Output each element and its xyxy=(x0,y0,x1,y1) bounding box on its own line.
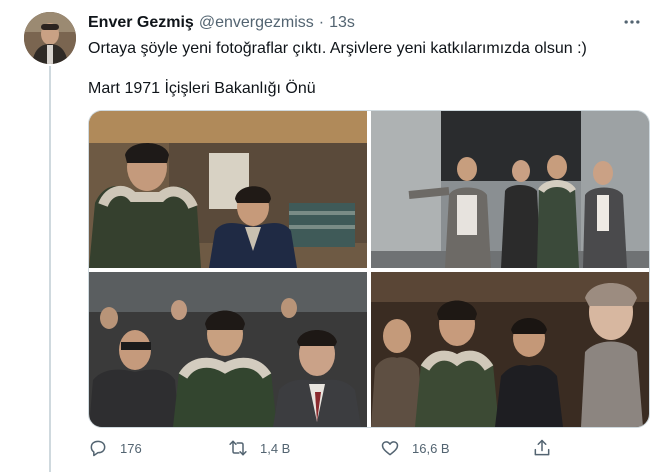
share-button[interactable] xyxy=(532,434,564,462)
retweet-button[interactable]: 1,4 B xyxy=(228,434,290,462)
more-button[interactable] xyxy=(620,12,644,32)
retweet-icon xyxy=(229,440,247,456)
share-icon xyxy=(534,439,550,456)
separator-dot: · xyxy=(318,14,325,31)
tweet-header: Enver Gezmiş @envergezmiss · 13s xyxy=(88,12,355,34)
tweet-text-line-2: Mart 1971 İçişleri Bakanlığı Önü xyxy=(88,80,316,97)
photo-4[interactable] xyxy=(371,272,649,427)
photo-1[interactable] xyxy=(89,111,367,268)
avatar[interactable] xyxy=(24,12,76,64)
author-handle[interactable]: @envergezmiss xyxy=(199,14,314,32)
photo-2[interactable] xyxy=(371,111,649,268)
like-icon xyxy=(381,441,399,456)
action-bar: 176 1,4 B 16,6 B xyxy=(88,434,648,462)
like-button[interactable]: 16,6 B xyxy=(380,434,450,462)
thread-line xyxy=(49,66,51,472)
tweet[interactable]: Enver Gezmiş @envergezmiss · 13s Ortaya … xyxy=(0,0,666,472)
author-name[interactable]: Enver Gezmiş xyxy=(88,14,194,32)
tweet-text-line-1: Ortaya şöyle yeni fotoğraflar çıktı. Arş… xyxy=(88,40,587,57)
more-icon xyxy=(624,20,640,24)
reply-icon xyxy=(90,440,106,457)
media-grid xyxy=(88,110,650,428)
reply-count: 176 xyxy=(120,440,142,456)
like-count: 16,6 B xyxy=(412,440,450,456)
photo-3[interactable] xyxy=(89,272,367,427)
retweet-count: 1,4 B xyxy=(260,440,291,456)
tweet-time[interactable]: 13s xyxy=(329,14,355,32)
reply-button[interactable]: 176 xyxy=(88,434,142,462)
